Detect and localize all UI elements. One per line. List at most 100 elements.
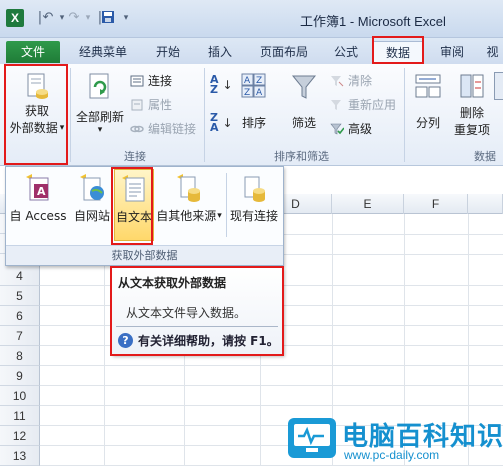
- data-validation-button[interactable]: [494, 68, 503, 128]
- sort-ascending-button[interactable]: A Z ↓: [210, 74, 233, 95]
- tooltip-help-row: ? 有关详细帮助，请按 F1。: [118, 332, 279, 349]
- tab-data[interactable]: 数据: [372, 41, 424, 63]
- chevron-down-icon: ▾: [97, 125, 103, 135]
- tooltip-divider: [116, 326, 278, 327]
- remove-duplicates-icon: [458, 72, 486, 100]
- row-header-13[interactable]: 13: [0, 446, 40, 466]
- column-header-g[interactable]: [468, 194, 503, 214]
- excel-logo-icon[interactable]: X: [6, 9, 24, 27]
- chevron-down-icon: ▾: [59, 122, 65, 133]
- svg-text:A: A: [244, 76, 251, 86]
- existing-connections-icon: [239, 173, 269, 203]
- menu-footer-label: 获取外部数据: [6, 245, 283, 265]
- filter-funnel-icon: [290, 72, 318, 102]
- tab-page-layout[interactable]: 页面布局: [252, 41, 316, 63]
- connections-label: 连接: [148, 74, 173, 88]
- clear-label: 清除: [348, 74, 373, 88]
- remove-dup-label-2: 重复项: [453, 123, 490, 137]
- filter-button[interactable]: 筛选: [284, 68, 324, 140]
- edit-links-label: 编辑链接: [148, 122, 197, 136]
- help-icon: ?: [118, 333, 133, 348]
- row-header-10[interactable]: 10: [0, 386, 40, 406]
- sort-descending-button[interactable]: Z A ↓: [210, 111, 233, 134]
- column-header-f[interactable]: F: [404, 194, 468, 214]
- from-other-sources-button[interactable]: 自其他来源 ▾: [156, 169, 222, 241]
- ribbon-tabs: 文件 经典菜单 开始 插入 页面布局 公式 数据 审阅 视: [0, 38, 503, 64]
- clear-button[interactable]: 清除: [330, 72, 372, 90]
- properties-button[interactable]: 属性: [130, 96, 172, 114]
- customize-qat-icon[interactable]: ▾: [118, 10, 134, 26]
- data-validation-icon: [494, 72, 503, 100]
- other-sources-icon: [174, 173, 204, 203]
- get-external-data-menu: A 自 Access 自网站 自文本 自其他来源 ▾ 现有连接 获取外部数据: [5, 166, 284, 266]
- row-header-9[interactable]: 9: [0, 366, 40, 386]
- sort-za-icon: ZA: [210, 111, 219, 134]
- grid-line: [40, 385, 503, 386]
- from-access-button[interactable]: A 自 Access: [8, 169, 68, 241]
- data-tools-group-label: 数据: [474, 150, 496, 163]
- advanced-filter-icon: [330, 122, 345, 136]
- remove-dup-label-1: 删除: [459, 106, 484, 120]
- refresh-all-label: 全部刷新: [75, 110, 124, 124]
- svg-text:A: A: [37, 185, 46, 198]
- existing-connections-label: 现有连接: [229, 209, 278, 223]
- edit-links-button[interactable]: 编辑链接: [130, 120, 196, 138]
- grid-line: [40, 405, 503, 406]
- refresh-all-button[interactable]: 全部刷新 ▾: [74, 68, 126, 140]
- site-watermark: 电脑百科知识 www.pc-daily.com: [288, 414, 503, 466]
- web-icon: [77, 173, 107, 203]
- row-header-7[interactable]: 7: [0, 326, 40, 346]
- watermark-url: www.pc-daily.com: [344, 448, 440, 462]
- group-divider: [404, 68, 405, 162]
- tab-classic-menu[interactable]: 经典菜单: [70, 41, 136, 63]
- reapply-icon: [330, 98, 344, 112]
- column-header-e[interactable]: E: [332, 194, 404, 214]
- svg-text:Z: Z: [244, 88, 250, 98]
- tab-formulas[interactable]: 公式: [326, 41, 366, 63]
- text-to-columns-button[interactable]: 分列: [410, 68, 446, 140]
- get-external-data-label-2: 外部数据: [9, 121, 58, 135]
- from-text-label: 自文本: [115, 210, 152, 224]
- existing-connections-button[interactable]: 现有连接: [228, 169, 280, 241]
- row-header-4[interactable]: 4: [0, 266, 40, 286]
- filter-label: 筛选: [291, 116, 316, 130]
- tooltip-help-text: 有关详细帮助，请按 F1。: [138, 334, 279, 348]
- svg-text:Z: Z: [256, 76, 262, 86]
- from-web-button[interactable]: 自网站: [70, 169, 114, 241]
- row-header-11[interactable]: 11: [0, 406, 40, 426]
- external-data-icon: [24, 72, 50, 102]
- text-to-columns-icon: [414, 72, 442, 100]
- row-header-8[interactable]: 8: [0, 346, 40, 366]
- get-external-data-button[interactable]: 获取 外部数据 ▾: [8, 68, 66, 140]
- chevron-down-icon: ▾: [217, 210, 222, 221]
- row-header-12[interactable]: 12: [0, 426, 40, 446]
- connections-button[interactable]: 连接: [130, 72, 172, 90]
- save-icon[interactable]: [100, 10, 116, 26]
- refresh-icon: [86, 72, 114, 102]
- reapply-button[interactable]: 重新应用: [330, 96, 396, 114]
- remove-duplicates-button[interactable]: 删除 重复项: [450, 68, 494, 140]
- sort-label: 排序: [241, 116, 266, 130]
- group-divider: [70, 68, 71, 162]
- text-file-icon: [119, 174, 149, 204]
- reapply-label: 重新应用: [348, 98, 397, 112]
- screen-tip: 从文本获取外部数据 从文本文件导入数据。 ? 有关详细帮助，请按 F1。: [111, 267, 283, 355]
- row-header-6[interactable]: 6: [0, 306, 40, 326]
- row-header-5[interactable]: 5: [0, 286, 40, 306]
- sort-button[interactable]: AZZA 排序: [236, 68, 272, 140]
- monitor-logo-icon: [288, 418, 336, 458]
- svg-text:A: A: [256, 88, 263, 98]
- tab-view[interactable]: 视: [482, 41, 503, 63]
- split-label: 分列: [415, 116, 440, 130]
- from-other-sources-label: 自其他来源: [156, 209, 217, 223]
- advanced-label: 高级: [348, 122, 373, 136]
- access-icon: A: [23, 173, 53, 203]
- title-bar: X | ↶ ▾ ↷ ▾ | ▾ 工作簿1 - Microsoft Excel: [0, 0, 503, 38]
- properties-icon: [130, 98, 144, 112]
- tab-insert[interactable]: 插入: [198, 41, 242, 63]
- tab-file[interactable]: 文件: [6, 41, 60, 63]
- tab-review[interactable]: 审阅: [432, 41, 472, 63]
- from-text-button[interactable]: 自文本: [114, 169, 154, 241]
- advanced-button[interactable]: 高级: [330, 120, 372, 138]
- tab-home[interactable]: 开始: [146, 41, 190, 63]
